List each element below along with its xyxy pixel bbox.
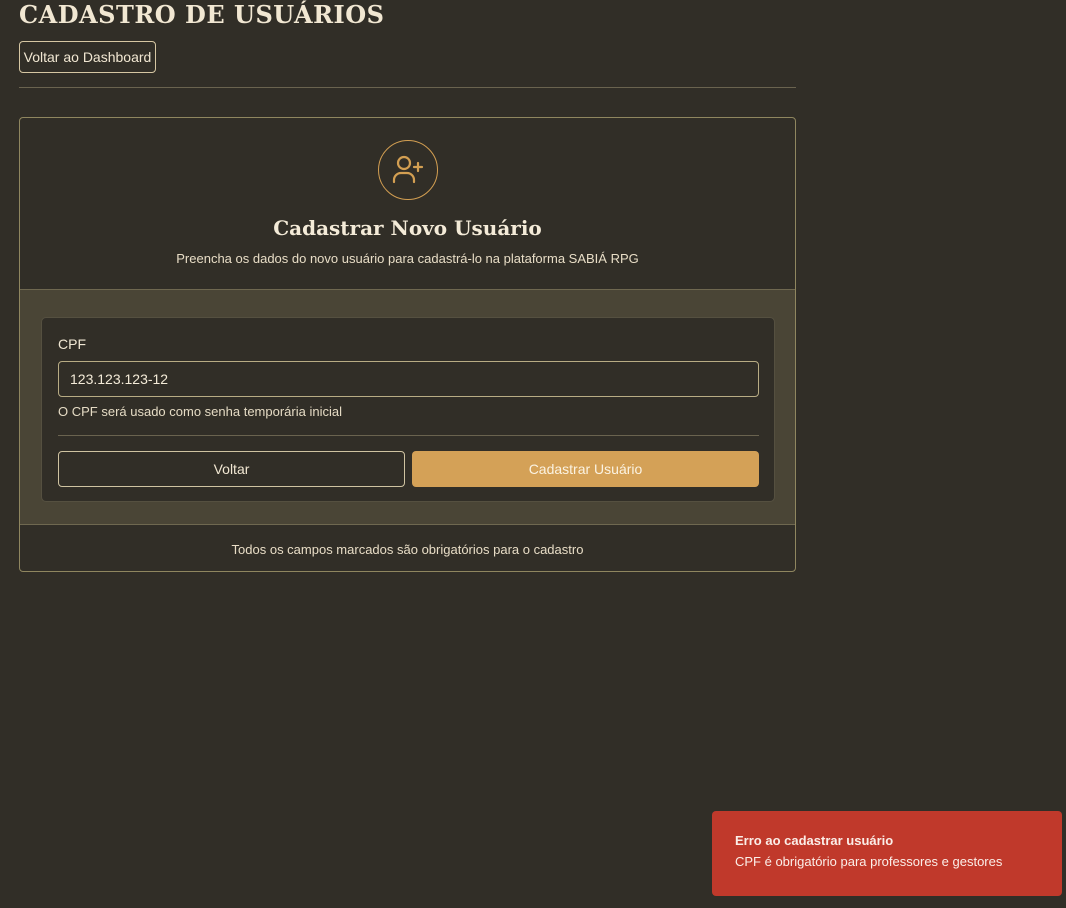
page-title: CADASTRO DE USUÁRIOS	[19, 0, 385, 29]
card-body: CPF O CPF será usado como senha temporár…	[20, 290, 795, 525]
avatar-circle	[378, 140, 438, 200]
back-to-dashboard-button[interactable]: Voltar ao Dashboard	[19, 41, 156, 73]
registration-card: Cadastrar Novo Usuário Preencha os dados…	[19, 117, 796, 572]
register-user-button[interactable]: Cadastrar Usuário	[412, 451, 759, 487]
card-subtitle: Preencha os dados do novo usuário para c…	[176, 251, 639, 266]
toast-title: Erro ao cadastrar usuário	[735, 833, 894, 848]
error-toast[interactable]: Erro ao cadastrar usuário CPF é obrigató…	[712, 811, 1062, 896]
header-divider	[19, 87, 796, 88]
cpf-input[interactable]	[58, 361, 759, 397]
cpf-label: CPF	[58, 336, 86, 352]
form-divider	[58, 435, 759, 436]
registration-form: CPF O CPF será usado como senha temporár…	[41, 317, 775, 502]
card-title: Cadastrar Novo Usuário	[273, 216, 542, 240]
card-footer-note: Todos os campos marcados são obrigatório…	[231, 541, 584, 557]
user-plus-icon	[392, 155, 424, 184]
toast-message: CPF é obrigatório para professores e ges…	[735, 854, 1003, 869]
card-header: Cadastrar Novo Usuário Preencha os dados…	[20, 118, 795, 290]
back-button[interactable]: Voltar	[58, 451, 405, 487]
cpf-hint: O CPF será usado como senha temporária i…	[58, 404, 342, 419]
